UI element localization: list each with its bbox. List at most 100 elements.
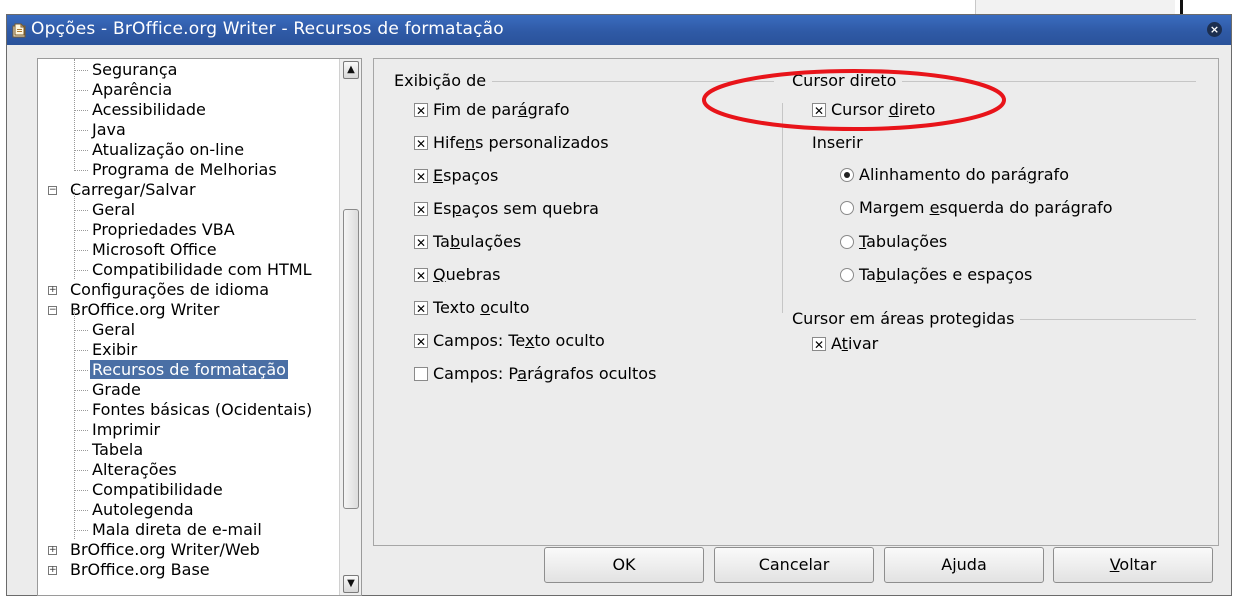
tree-connector [74,230,88,231]
help-button[interactable]: Ajuda [884,547,1044,583]
background-window-panel [975,0,1175,14]
title-bar[interactable]: Opções - BrOffice.org Writer - Recursos … [7,15,1231,45]
tree-item[interactable]: BrOffice.org Writer [68,300,222,320]
tree-item[interactable]: Exibir [90,340,139,360]
collapse-icon[interactable]: − [48,306,57,315]
tree-item-label: Alterações [92,460,177,479]
tree-item-label: Geral [92,320,136,339]
radio-button[interactable] [840,168,854,182]
checkbox-box[interactable] [414,332,428,352]
tree-item[interactable]: Compatibilidade [90,480,225,500]
tree-item[interactable]: Acessibilidade [90,100,208,120]
tree-item[interactable]: Grade [90,380,143,400]
scroll-up-button[interactable]: ▲ [343,61,359,79]
scroll-thumb[interactable] [343,209,359,509]
radio-inserir[interactable]: Margem esquerda do parágrafo [840,198,1113,218]
tree-item[interactable]: Geral [90,200,137,220]
tree-item-label: Grade [92,380,141,399]
checkbox-exibicao[interactable]: Hifens personalizados [414,133,609,154]
tree-item[interactable]: Compatibilidade com HTML [90,260,314,280]
checkbox-exibicao[interactable]: Campos: Texto oculto [414,331,605,352]
tree-item-label: BrOffice.org Writer/Web [70,540,260,559]
tree-connector [74,490,88,491]
radio-button[interactable] [840,235,854,249]
tree-connector [74,390,88,391]
ok-button[interactable]: OK [544,547,704,583]
tree-item[interactable]: Carregar/Salvar [68,180,198,200]
checkbox-box[interactable] [414,233,428,253]
scroll-down-button[interactable]: ▼ [343,575,359,593]
checkbox-exibicao[interactable]: Quebras [414,265,500,286]
checkbox-box[interactable] [414,367,428,381]
background-window-border [1180,0,1183,14]
tree-connector [74,530,88,531]
tree-item[interactable]: Microsoft Office [90,240,219,260]
tree-connector [74,110,88,111]
tree-item[interactable]: Recursos de formatação [89,359,289,380]
tree-item[interactable]: BrOffice.org Writer/Web [68,540,262,560]
tree-item[interactable]: Geral [90,320,137,340]
checkbox-ativar[interactable]: Ativar [812,334,878,355]
tree-item-label: Autolegenda [92,500,194,519]
tree-item[interactable]: Fontes básicas (Ocidentais) [90,400,314,420]
tree-item-label: Compatibilidade com HTML [92,260,312,279]
checkbox-exibicao[interactable]: Espaços sem quebra [414,199,599,220]
collapse-icon[interactable]: − [48,186,57,195]
tree-item[interactable]: Java [90,120,128,140]
tree-item[interactable]: Tabela [90,440,145,460]
radio-inserir[interactable]: Alinhamento do parágrafo [840,165,1069,185]
tree-connector [74,70,88,71]
checkbox-exibicao[interactable]: Tabulações [414,232,521,253]
checkbox-exibicao[interactable]: Texto oculto [414,298,529,319]
tree-connector [74,210,88,211]
tree-item[interactable]: Segurança [90,60,179,80]
expand-icon[interactable]: + [48,566,57,575]
tree-item-label: Imprimir [92,420,161,439]
checkbox-box[interactable] [414,101,428,121]
tree-item[interactable]: Configurações de idioma [68,280,271,300]
checkbox-box[interactable] [414,200,428,220]
radio-inserir[interactable]: Tabulações [840,232,947,252]
tree-item-label: Propriedades VBA [92,220,235,239]
arrow-up-icon: ▲ [347,64,355,75]
tree-item-label: Geral [92,200,136,219]
tree-item[interactable]: Programa de Melhorias [90,160,279,180]
tree-item[interactable]: Propriedades VBA [90,220,237,240]
vertical-separator [782,103,783,313]
tree-item[interactable]: Aparência [90,80,174,100]
tree-item[interactable]: BrOffice.org Base [68,560,212,580]
tree-item-label: Programa de Melhorias [92,160,277,179]
checkbox-box[interactable] [414,299,428,319]
checkbox-box[interactable] [414,134,428,154]
tree-item[interactable]: Autolegenda [90,500,196,520]
radio-button[interactable] [840,268,854,282]
close-button[interactable]: × [1207,22,1222,37]
window-title: Opções - BrOffice.org Writer - Recursos … [31,19,504,39]
tree-connector [74,330,88,331]
checkbox-exibicao[interactable]: Fim de parágrafo [414,100,570,121]
tree-item[interactable]: Alterações [90,460,179,480]
close-icon: × [1209,23,1220,36]
expand-icon[interactable]: + [48,546,57,555]
back-button[interactable]: Voltar [1053,547,1213,583]
checkbox-exibicao[interactable]: Espaços [414,166,498,187]
options-tree[interactable]: Segurança Aparência Acessibilidade Java Atua… [37,58,362,596]
tree-item-label: Mala direta de e-mail [92,520,262,539]
tree-scrollbar[interactable]: ▲ ▼ [339,59,361,595]
checkbox-box[interactable] [414,167,428,187]
radio-inserir[interactable]: Tabulações e espaços [840,265,1032,285]
radio-button[interactable] [840,201,854,215]
checkbox-box[interactable] [414,266,428,286]
tree-connector [74,510,88,511]
tree-item[interactable]: Mala direta de e-mail [90,520,264,540]
tree-connector [74,370,88,371]
tree-item[interactable]: Imprimir [90,420,162,440]
tree-item-label: Configurações de idioma [70,280,270,299]
tree-item[interactable]: Atualização on-line [90,140,246,160]
cancel-button[interactable]: Cancelar [714,547,874,583]
tree-connector [74,59,75,169]
tree-item-label: Microsoft Office [92,240,217,259]
checkbox-exibicao[interactable]: Campos: Parágrafos ocultos [414,364,656,384]
checkbox-box[interactable] [812,335,826,355]
expand-icon[interactable]: + [48,286,57,295]
